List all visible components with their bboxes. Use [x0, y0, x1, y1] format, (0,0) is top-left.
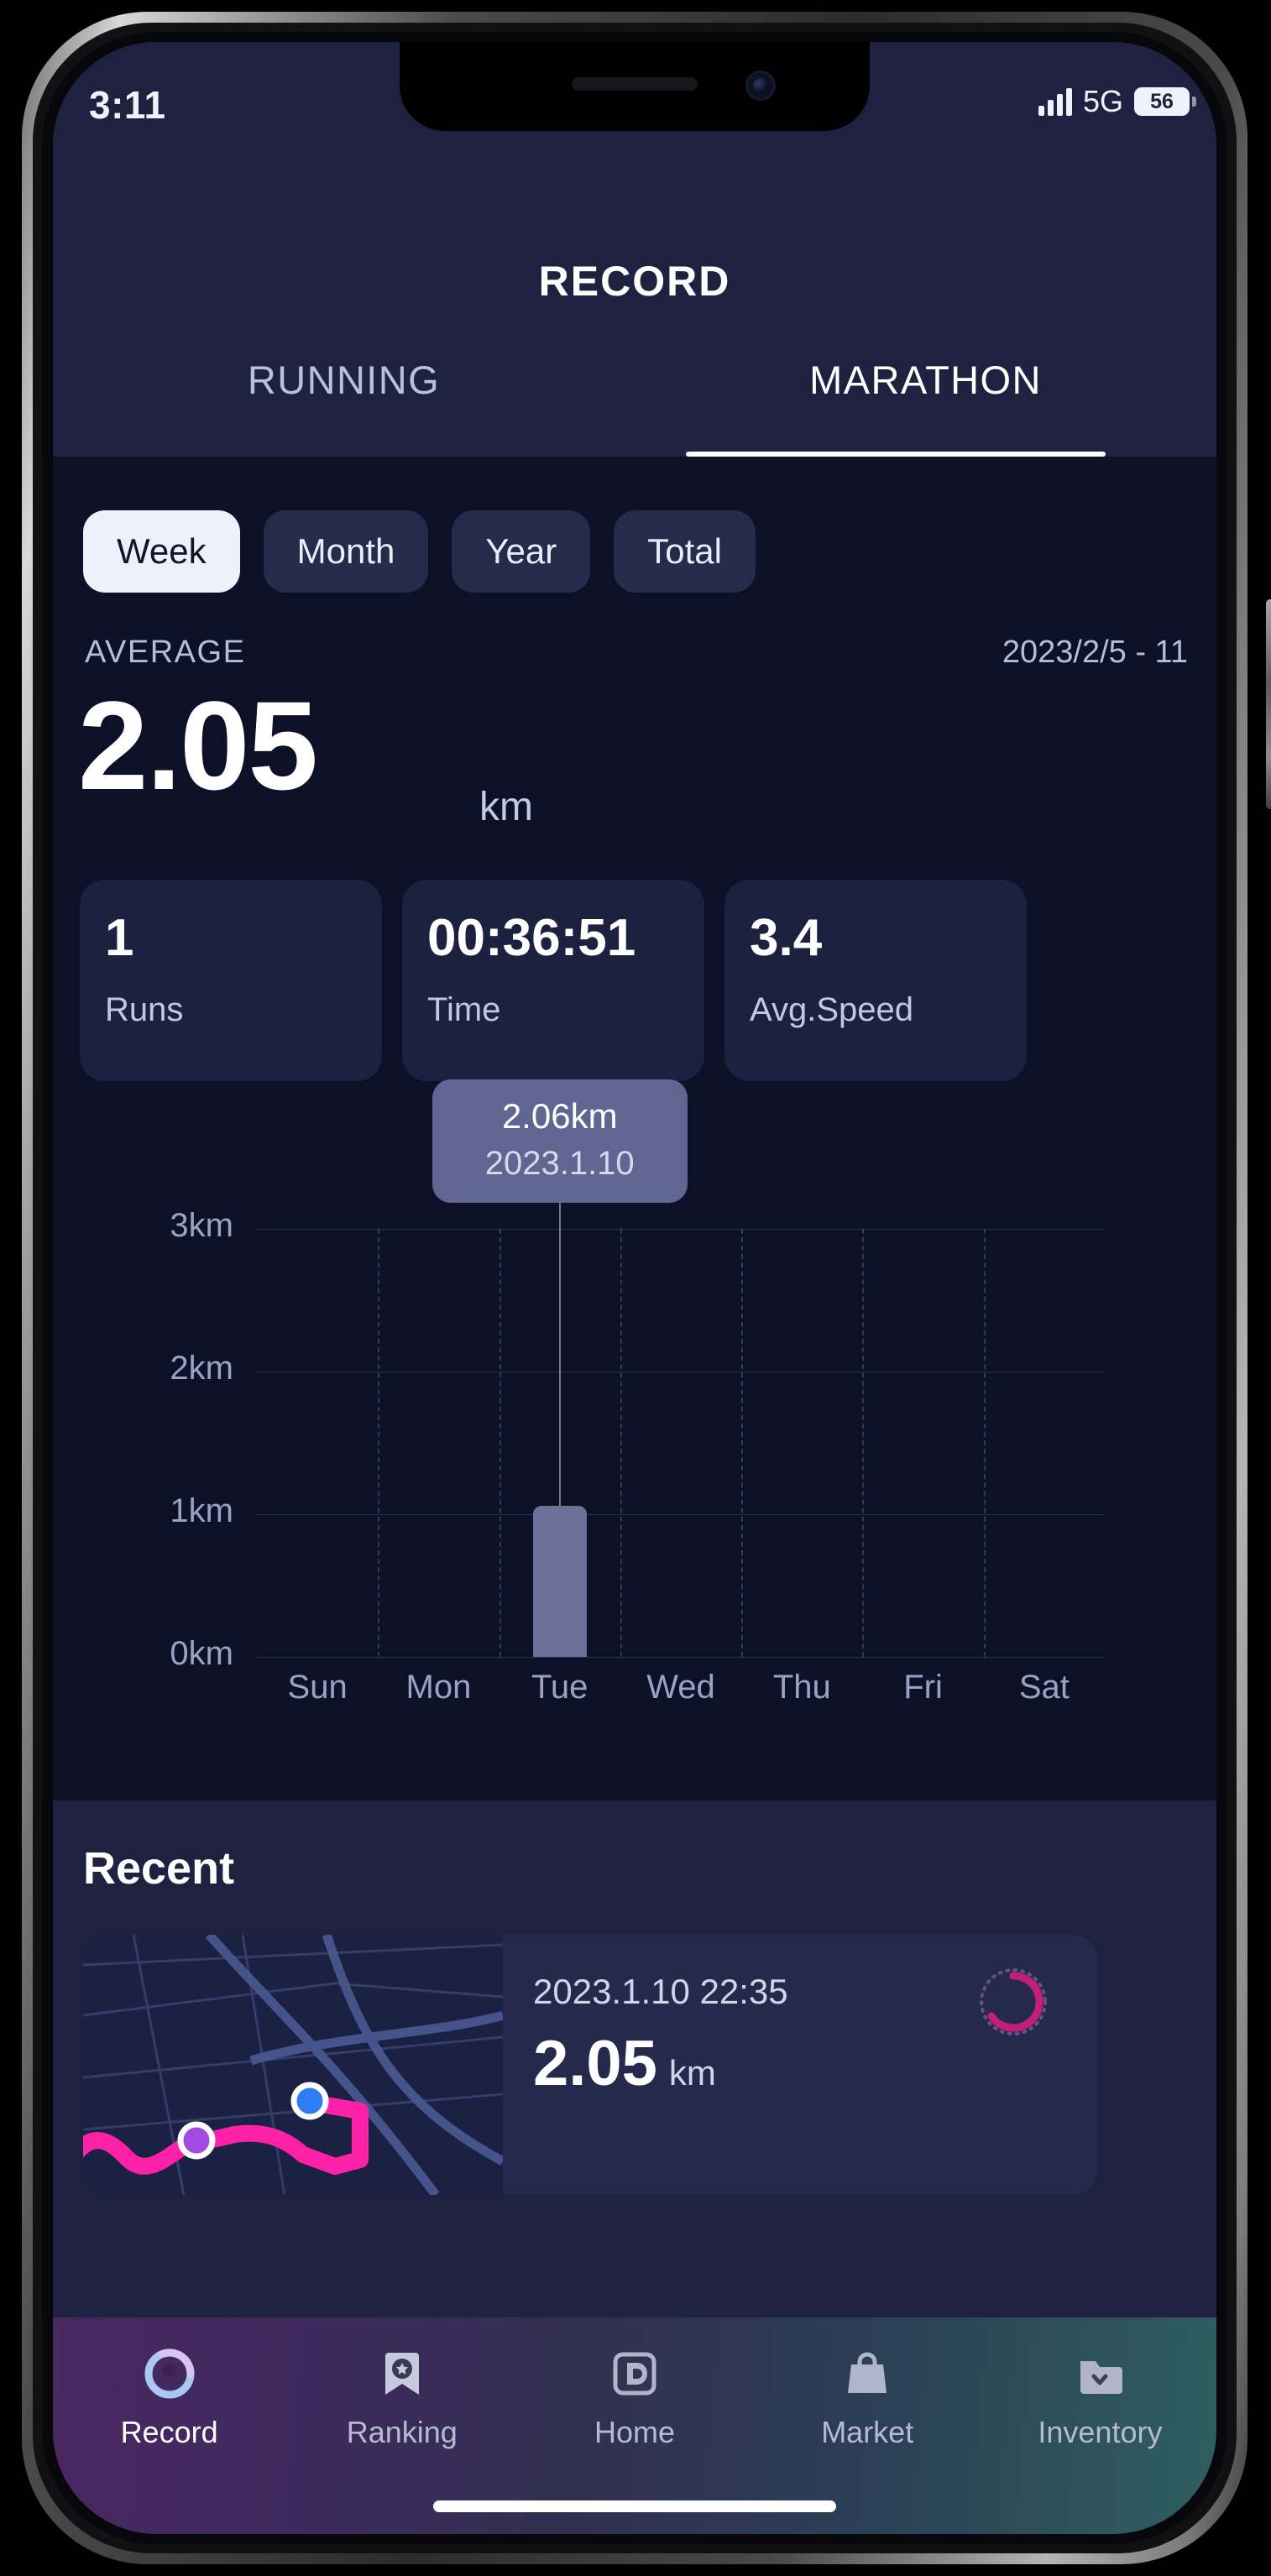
nav-label-inventory: Inventory [1038, 2415, 1163, 2449]
summary-card-speed: 3.4 Avg.Speed [724, 880, 1027, 1081]
recent-title: Recent [83, 1843, 235, 1894]
chart-vertical-gridline [499, 1229, 501, 1657]
chart-vertical-gridline [983, 1229, 986, 1657]
inventory-box-icon [1072, 2346, 1127, 2401]
summary-card-runs: 1 Runs [80, 880, 382, 1081]
time-label: Time [427, 991, 501, 1028]
filter-month[interactable]: Month [263, 510, 429, 593]
page-title: RECORD [538, 258, 731, 305]
nav-item-ranking[interactable]: Ranking [285, 2346, 518, 2450]
chart-x-tick-label: Tue [531, 1669, 588, 1706]
chart-vertical-gridline [378, 1229, 380, 1657]
chart-gridline [257, 1514, 1105, 1515]
battery-icon: 56 [1134, 87, 1196, 116]
chart-y-tick-label: 1km [170, 1492, 233, 1529]
summary-card-time: 00:36:51 Time [402, 880, 704, 1081]
time-value: 00:36:51 [427, 909, 636, 967]
tooltip-date: 2023.1.10 [484, 1145, 635, 1182]
chart-x-tick-label: Fri [903, 1669, 943, 1706]
phone-screen: 3:11 5G 56 RECORD RUNNING MARATHON Week … [53, 42, 1216, 2534]
average-label: AVERAGE [85, 635, 246, 670]
chart-x-tick-label: Thu [772, 1669, 831, 1706]
recent-distance-value: 2.05 [533, 2028, 657, 2099]
chart-bar[interactable] [532, 1505, 587, 1657]
speed-label: Avg.Speed [750, 991, 913, 1028]
filter-week[interactable]: Week [83, 510, 240, 593]
tab-bar: RUNNING MARATHON [53, 357, 1216, 430]
nav-label-market: Market [821, 2415, 914, 2449]
chart-x-tick-label: Wed [646, 1669, 715, 1706]
chart-y-tick-label: 0km [170, 1635, 233, 1672]
status-indicators: 5G 56 [1038, 84, 1196, 119]
chart-vertical-gridline [862, 1229, 865, 1657]
stats-panel: Week Month Year Total AVERAGE 2023/2/5 -… [53, 457, 1216, 1800]
chart-y-tick-label: 2km [170, 1350, 233, 1387]
progress-ring-icon [975, 1963, 1052, 2040]
chart-x-tick-label: Mon [405, 1669, 472, 1706]
chart-x-tick-label: Sat [1018, 1669, 1070, 1706]
home-indicator[interactable] [433, 2500, 836, 2512]
progress-ring-svg [980, 1968, 1047, 2035]
map-svg [83, 1935, 505, 2195]
chart-gridline [257, 1657, 1105, 1658]
weekly-distance-chart[interactable]: 3km 2km 1km 0km Sun Mon Tue Wed Thu Fri Sat 2.06k… [53, 1079, 1216, 1707]
runs-value: 1 [105, 909, 134, 967]
average-distance-value: 2.05 [78, 675, 318, 816]
chart-tooltip: 2.06km 2023.1.10 [432, 1079, 688, 1203]
power-button[interactable] [1266, 599, 1271, 809]
recent-section: Recent 2023.1.10 22:35 2.05 km Record Ra… [53, 1800, 1216, 2534]
network-type-label: 5G [1082, 84, 1123, 118]
nav-item-inventory[interactable]: Inventory [984, 2346, 1216, 2450]
chart-x-tick-label: Sun [287, 1669, 348, 1706]
chart-cursor-line [558, 1197, 561, 1506]
tab-running[interactable]: RUNNING [53, 357, 635, 430]
notch [400, 42, 870, 131]
chart-vertical-gridline [620, 1229, 622, 1657]
screenshot-root: 3:11 5G 56 RECORD RUNNING MARATHON Week … [0, 0, 1271, 2576]
front-camera-icon [745, 71, 776, 101]
recent-run-item[interactable]: 2023.1.10 22:35 2.05 km [83, 1935, 1097, 2195]
home-d-icon [607, 2346, 662, 2401]
period-filter-group: Week Month Year Total [83, 510, 756, 593]
chart-gridline [257, 1229, 1105, 1230]
earpiece-speaker [572, 77, 698, 91]
runs-label: Runs [105, 991, 184, 1028]
filter-total[interactable]: Total [614, 510, 756, 593]
battery-level-label: 56 [1150, 89, 1174, 113]
chart-plot-area [257, 1229, 1105, 1658]
summary-cards: 1 Runs 00:36:51 Time 3.4 Avg.Speed [80, 880, 1027, 1081]
recent-distance-unit: km [668, 2053, 716, 2093]
nav-item-record[interactable]: Record [53, 2346, 285, 2450]
chart-vertical-gridline [741, 1229, 744, 1657]
nav-item-home[interactable]: Home [518, 2346, 751, 2450]
nav-label-record: Record [120, 2415, 218, 2449]
speed-value: 3.4 [750, 909, 823, 967]
record-icon [142, 2346, 197, 2401]
tab-marathon[interactable]: MARATHON [635, 357, 1216, 430]
recent-run-info: 2023.1.10 22:35 2.05 km [503, 1935, 1097, 2195]
average-distance-unit: km [479, 785, 533, 829]
signal-bars-icon [1038, 87, 1072, 116]
date-range-label: 2023/2/5 - 11 [1002, 635, 1188, 670]
market-bag-icon [839, 2346, 895, 2401]
nav-label-ranking: Ranking [346, 2415, 458, 2449]
tooltip-value: 2.06km [501, 1096, 618, 1136]
chart-y-tick-label: 3km [170, 1207, 233, 1244]
ranking-badge-icon [374, 2346, 430, 2401]
nav-item-market[interactable]: Market [751, 2346, 984, 2450]
status-time: 3:11 [89, 83, 166, 127]
nav-label-home: Home [594, 2415, 676, 2449]
app-container: 3:11 5G 56 RECORD RUNNING MARATHON Week … [53, 42, 1216, 2534]
route-map-thumbnail[interactable] [83, 1935, 505, 2195]
filter-year[interactable]: Year [452, 510, 591, 593]
